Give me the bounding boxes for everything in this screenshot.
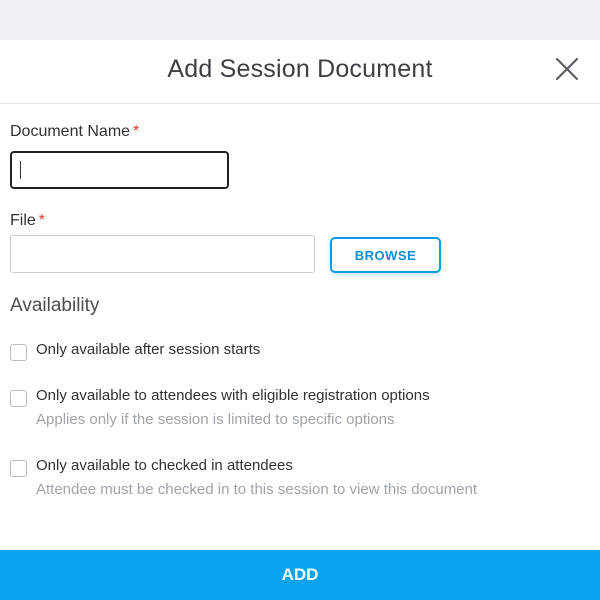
required-asterisk: * xyxy=(133,123,140,140)
modal-header: Add Session Document xyxy=(0,40,600,104)
text-caret xyxy=(20,161,21,179)
required-asterisk: * xyxy=(38,212,46,229)
document-name-label-text: Document Name xyxy=(10,123,131,140)
eligible-registration-hint: Applies only if the session is limited t… xyxy=(36,411,395,428)
add-session-document-modal: Add Session Document Document Name * File… xyxy=(0,40,600,600)
after-start-label[interactable]: Only available after session starts xyxy=(36,341,260,358)
checked-in-label[interactable]: Only available to checked in attendees xyxy=(36,457,293,474)
close-icon[interactable] xyxy=(554,56,580,82)
eligible-registration-checkbox[interactable] xyxy=(10,390,27,407)
file-label: File * xyxy=(10,212,45,230)
eligible-registration-label[interactable]: Only available to attendees with eligibl… xyxy=(36,387,430,404)
document-name-label: Document Name * xyxy=(10,123,139,141)
add-button[interactable]: ADD xyxy=(0,550,600,600)
after-start-checkbox[interactable] xyxy=(10,344,27,361)
file-input[interactable] xyxy=(10,235,315,273)
checked-in-hint: Attendee must be checked in to this sess… xyxy=(36,481,478,498)
availability-heading: Availability xyxy=(10,295,100,316)
checked-in-checkbox[interactable] xyxy=(10,460,27,477)
document-name-input[interactable] xyxy=(10,151,229,189)
page-backdrop xyxy=(0,0,600,40)
file-label-text: File xyxy=(10,212,36,229)
modal-title: Add Session Document xyxy=(167,55,433,83)
browse-button[interactable]: BROWSE xyxy=(330,237,441,273)
